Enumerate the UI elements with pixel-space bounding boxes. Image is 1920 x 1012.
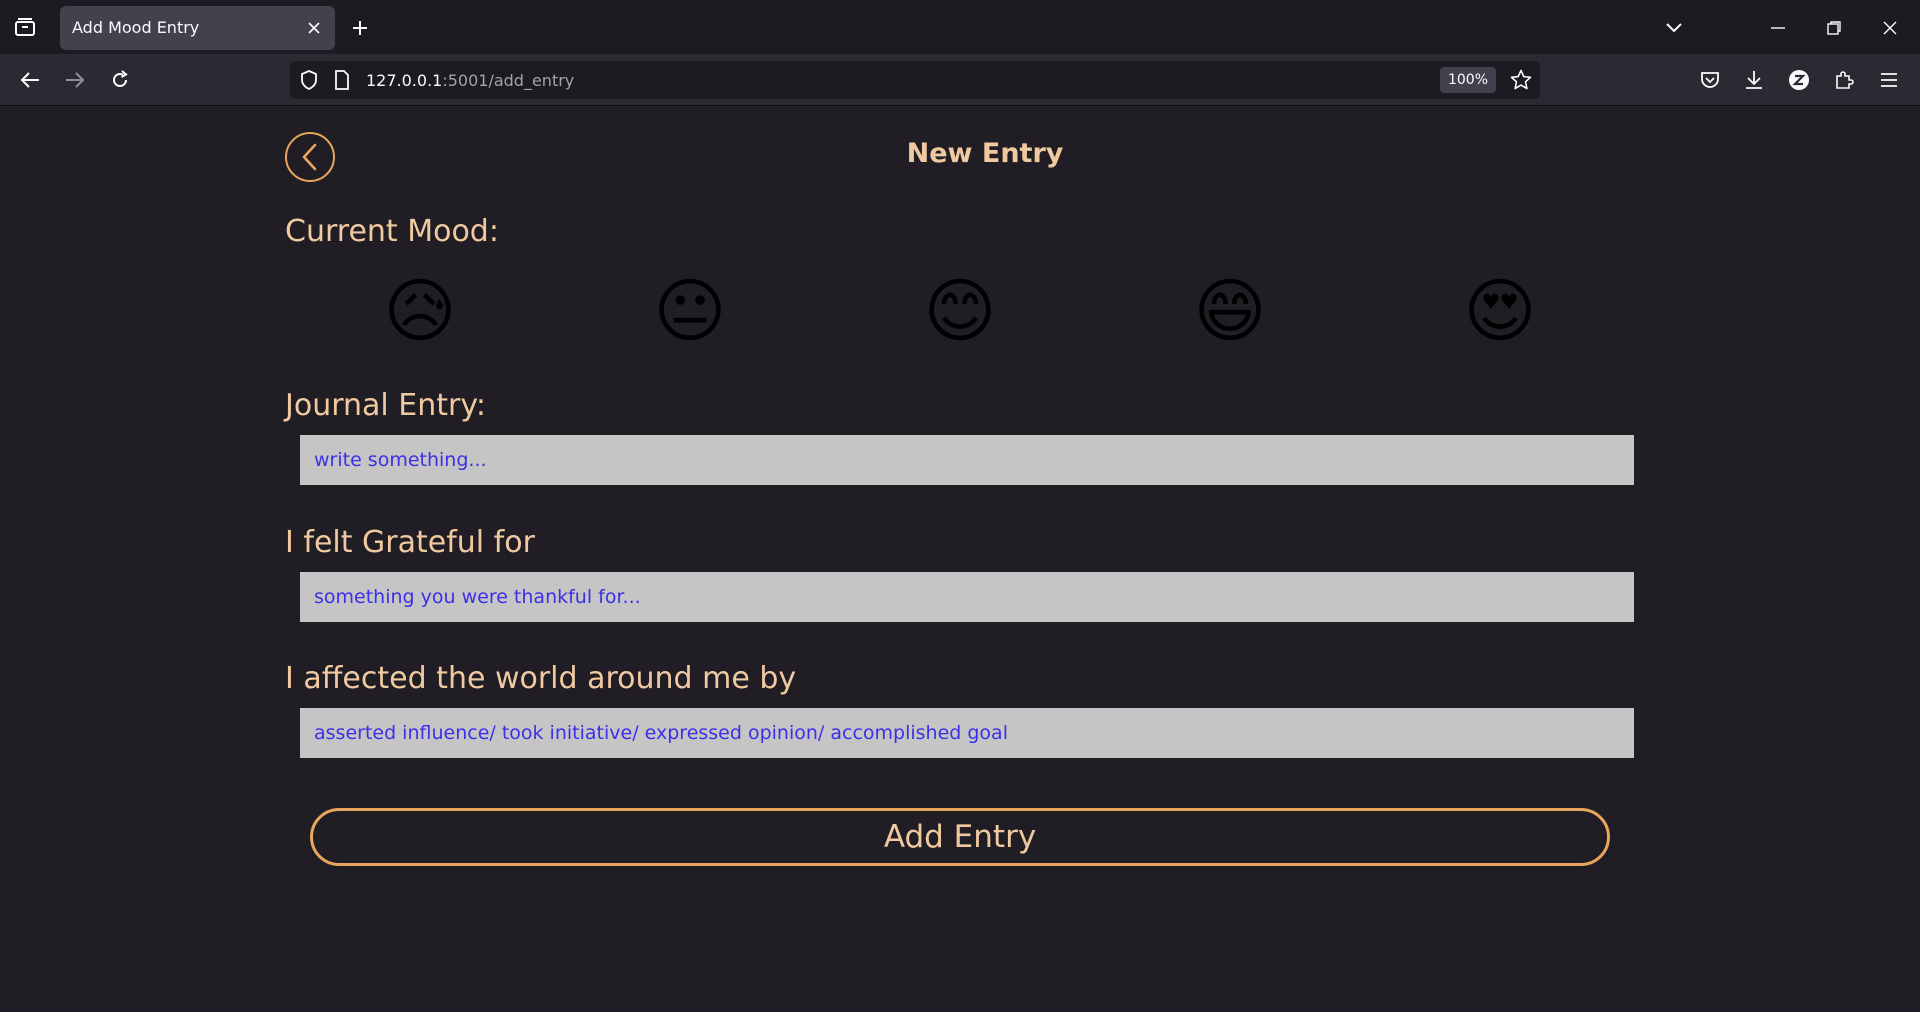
url-text[interactable]: 127.0.0.1:5001/add_entry <box>366 71 574 90</box>
tab-list-icon[interactable] <box>0 0 50 54</box>
add-entry-button[interactable]: Add Entry <box>310 808 1610 866</box>
mood-loving-button[interactable]: 😍 <box>1455 266 1545 356</box>
forward-arrow-icon[interactable] <box>57 62 93 98</box>
mood-content-button[interactable]: 😊 <box>915 266 1005 356</box>
zoom-level[interactable]: 100% <box>1439 67 1496 93</box>
affected-world-input[interactable] <box>300 708 1634 758</box>
tab-bar: Add Mood Entry <box>0 0 1920 54</box>
bookmark-star-icon[interactable] <box>1510 69 1532 95</box>
hamburger-menu-icon[interactable] <box>1871 62 1907 98</box>
mood-happy-button[interactable]: 😄 <box>1185 266 1275 356</box>
journal-entry-input[interactable] <box>300 435 1634 485</box>
shield-icon[interactable] <box>300 70 318 94</box>
downloads-icon[interactable] <box>1736 62 1772 98</box>
page-title: New Entry <box>906 138 1064 169</box>
restore-icon[interactable] <box>1814 8 1854 48</box>
back-arrow-icon[interactable] <box>12 62 48 98</box>
browser-tab[interactable]: Add Mood Entry <box>60 6 335 50</box>
grateful-label: I felt Grateful for <box>285 525 535 560</box>
mood-sad-button[interactable]: 😥 <box>375 266 465 356</box>
extensions-icon[interactable] <box>1826 62 1862 98</box>
url-bar[interactable]: 127.0.0.1:5001/add_entry 100% <box>290 61 1540 99</box>
mood-label: Current Mood: <box>285 214 499 249</box>
navigation-bar: 127.0.0.1:5001/add_entry 100% <box>0 54 1920 106</box>
close-tab-icon[interactable] <box>301 15 327 41</box>
minimize-icon[interactable] <box>1758 8 1798 48</box>
list-all-tabs-icon[interactable] <box>1654 8 1694 48</box>
add-entry-page: New Entry Current Mood: 😥 😐 😊 😄 😍 Journa… <box>0 106 1920 1012</box>
affected-label: I affected the world around me by <box>285 661 797 696</box>
mood-neutral-button[interactable]: 😐 <box>645 266 735 356</box>
account-avatar-icon[interactable] <box>1781 62 1817 98</box>
reload-icon[interactable] <box>102 62 138 98</box>
tab-title: Add Mood Entry <box>72 18 200 37</box>
close-window-icon[interactable] <box>1870 8 1910 48</box>
page-icon <box>334 70 350 94</box>
new-tab-icon[interactable] <box>346 14 374 42</box>
mood-selector: 😥 😐 😊 😄 😍 <box>285 266 1635 356</box>
journal-label: Journal Entry: <box>285 388 487 423</box>
pocket-icon[interactable] <box>1692 62 1728 98</box>
grateful-input[interactable] <box>300 572 1634 622</box>
